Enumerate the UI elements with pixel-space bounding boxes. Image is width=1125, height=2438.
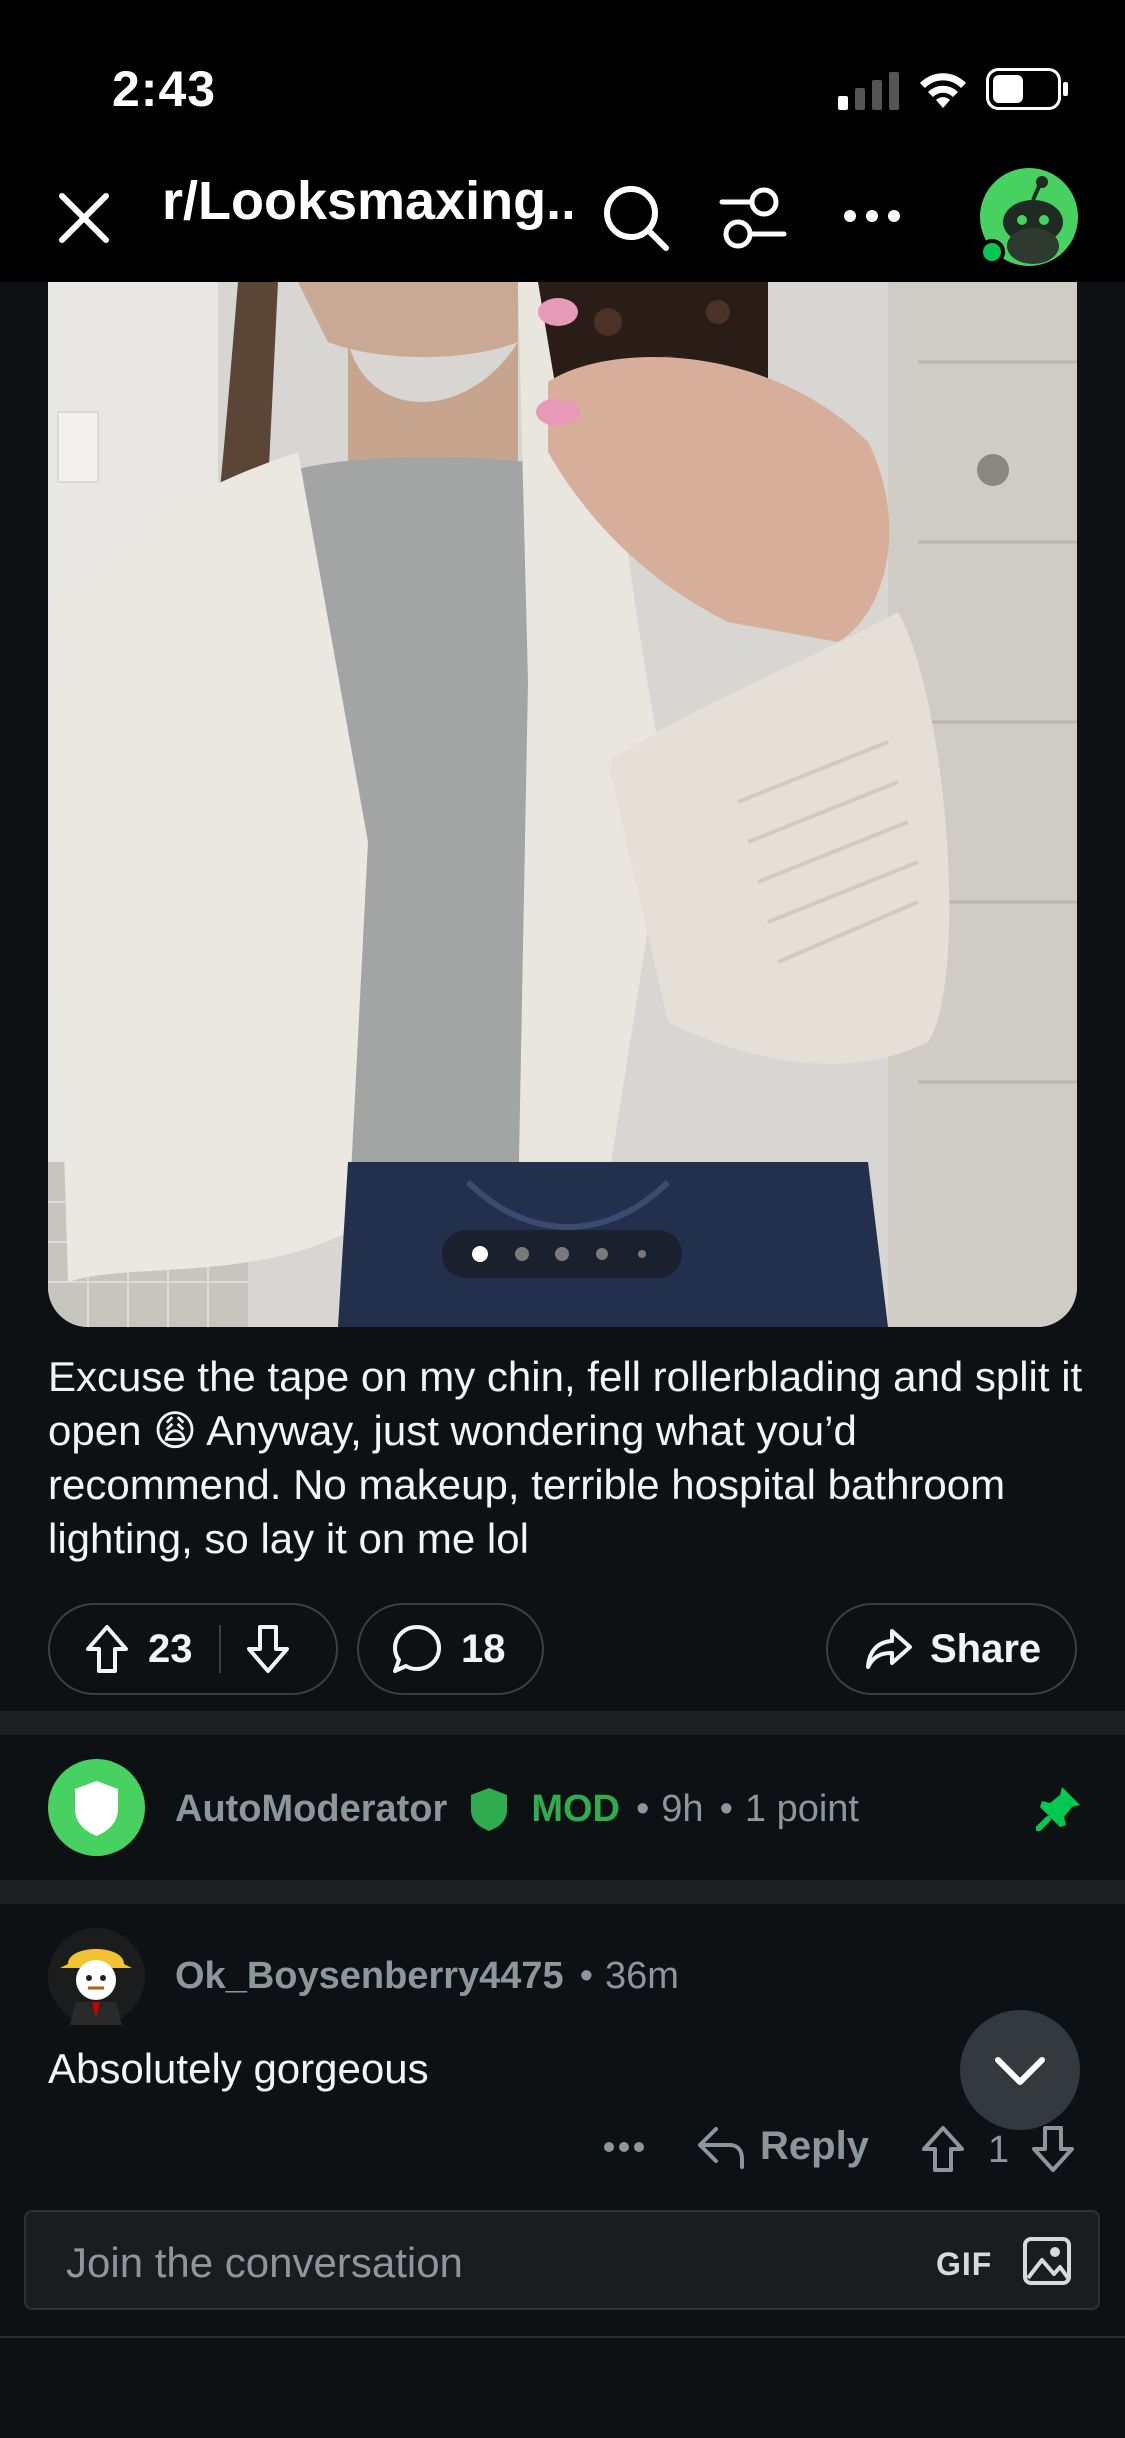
user-comment-meta-row: Ok_Boysenberry4475 • 36m bbox=[175, 1955, 679, 1998]
comment-vote-count: 1 bbox=[988, 2129, 1010, 2171]
battery-icon bbox=[986, 68, 1068, 110]
mod-shield-icon bbox=[471, 1788, 508, 1831]
subreddit-title[interactable]: r/Looksmaxing... bbox=[162, 170, 572, 232]
meta-separator: • bbox=[719, 1787, 733, 1830]
avatar[interactable] bbox=[978, 166, 1080, 268]
vote-divider bbox=[218, 1625, 221, 1673]
share-button[interactable]: Share bbox=[826, 1603, 1077, 1695]
filter-icon[interactable] bbox=[718, 184, 788, 252]
comment-author[interactable]: AutoModerator bbox=[175, 1788, 447, 1831]
pin-icon bbox=[1036, 1787, 1080, 1831]
comment-time: 36m bbox=[605, 1955, 679, 1997]
comment-downvote-icon[interactable] bbox=[1030, 2124, 1076, 2174]
automoderator-avatar[interactable] bbox=[48, 1759, 145, 1856]
wifi-icon bbox=[920, 73, 966, 108]
search-icon[interactable] bbox=[600, 182, 672, 254]
gif-button[interactable]: GIF bbox=[936, 2246, 992, 2283]
automod-meta-row: AutoModerator MOD • 9h • 1 point bbox=[175, 1786, 859, 1832]
vote-pill: 23 bbox=[48, 1603, 338, 1695]
comment-more-icon[interactable] bbox=[604, 2140, 644, 2154]
meta-separator: • bbox=[579, 1955, 593, 1997]
cellular-signal-icon bbox=[838, 72, 899, 110]
comment-upvote-icon[interactable] bbox=[920, 2124, 966, 2174]
reply-button[interactable]: Reply bbox=[696, 2124, 869, 2169]
share-label: Share bbox=[930, 1626, 1042, 1671]
close-icon[interactable] bbox=[56, 190, 112, 246]
carousel-dots[interactable] bbox=[442, 1230, 682, 1278]
comment-icon bbox=[393, 1625, 441, 1673]
meta-separator: • bbox=[635, 1787, 650, 1830]
comment-count: 18 bbox=[461, 1626, 506, 1671]
reply-icon bbox=[698, 2126, 744, 2169]
mod-badge: MOD bbox=[531, 1787, 620, 1830]
post-body-text: Excuse the tape on my chin, fell rollerb… bbox=[48, 1353, 1083, 1562]
comments-button[interactable]: 18 bbox=[357, 1603, 544, 1695]
comment-composer[interactable]: GIF bbox=[24, 2210, 1100, 2310]
reply-label: Reply bbox=[760, 2124, 869, 2168]
image-upload-icon[interactable] bbox=[1022, 2236, 1072, 2286]
comment-author[interactable]: Ok_Boysenberry4475 bbox=[175, 1955, 564, 1998]
comment-points: 1 point bbox=[744, 1787, 859, 1830]
downvote-icon[interactable] bbox=[245, 1623, 291, 1675]
section-divider bbox=[0, 1711, 1125, 1735]
home-indicator-area bbox=[0, 2336, 1125, 2438]
post-photo bbox=[48, 282, 1077, 1327]
carousel-indicator bbox=[472, 1246, 646, 1262]
join-conversation-input[interactable] bbox=[64, 2234, 868, 2292]
share-icon bbox=[866, 1629, 912, 1669]
comment-text: Absolutely gorgeous bbox=[48, 2045, 429, 2092]
post-image[interactable] bbox=[48, 282, 1077, 1327]
section-divider bbox=[0, 1880, 1125, 1904]
more-icon[interactable] bbox=[842, 206, 902, 226]
status-time: 2:43 bbox=[112, 61, 217, 117]
upvote-icon[interactable] bbox=[84, 1623, 130, 1675]
comment-time: 9h bbox=[661, 1787, 704, 1830]
vote-count: 23 bbox=[148, 1626, 193, 1671]
next-comment-button[interactable] bbox=[960, 2010, 1080, 2130]
user-avatar[interactable] bbox=[48, 1928, 145, 2025]
